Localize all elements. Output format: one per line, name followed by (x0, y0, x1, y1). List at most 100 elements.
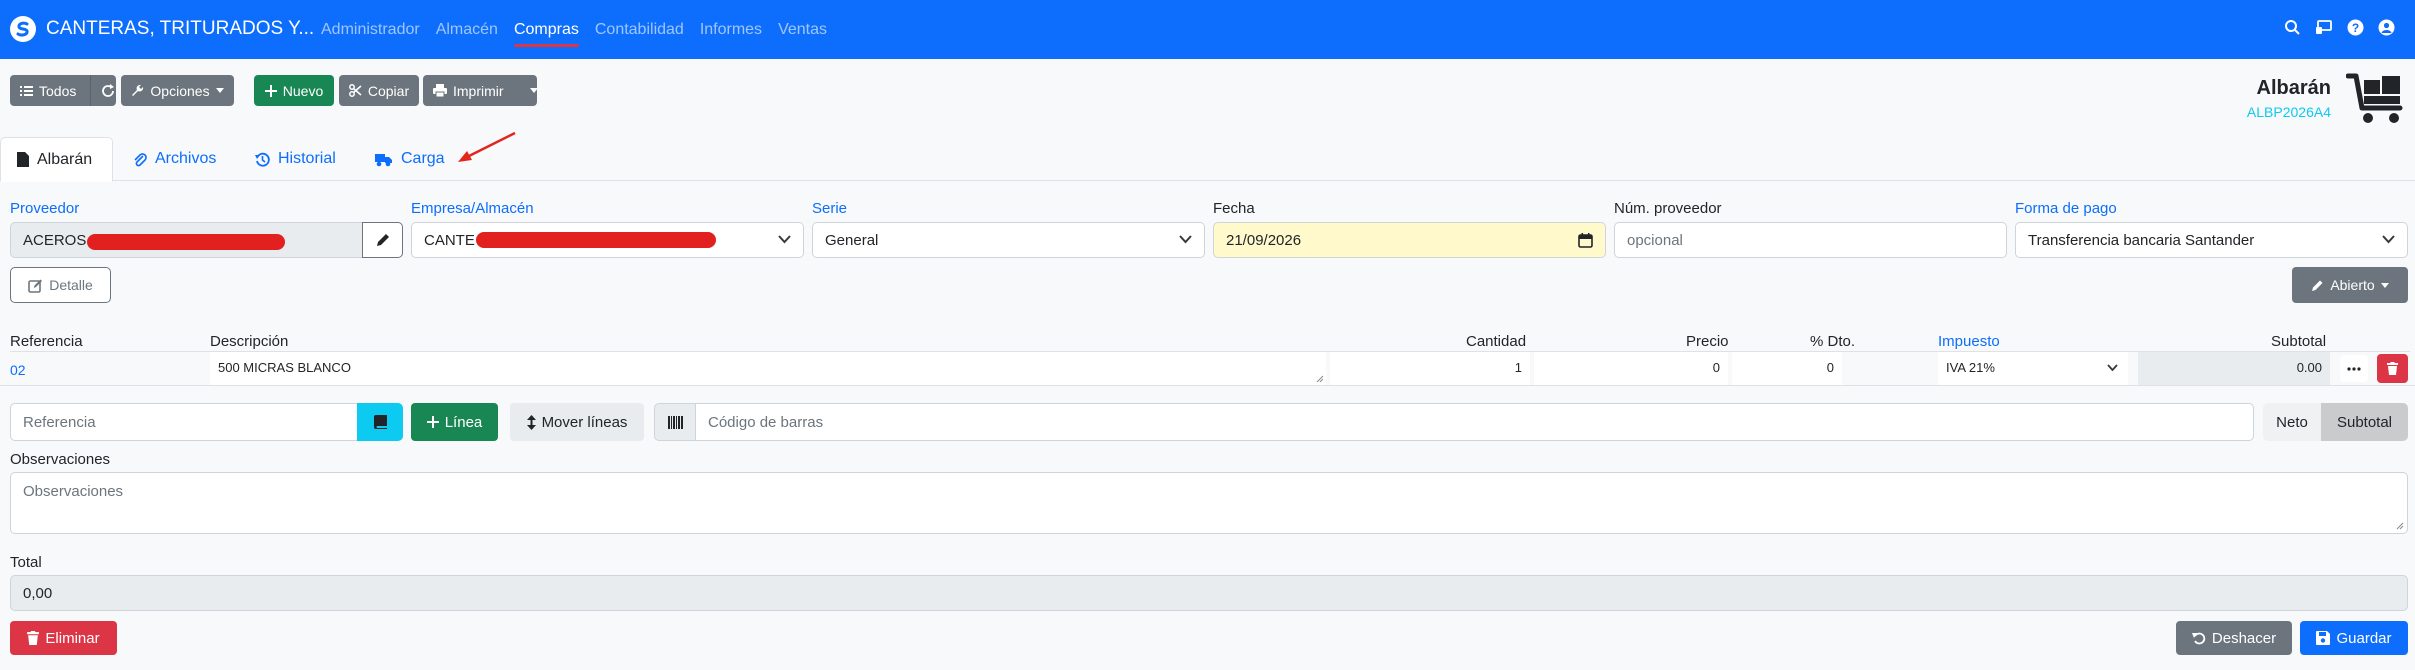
all-list-button[interactable]: Todos (10, 75, 116, 106)
detail-label: Detalle (49, 277, 93, 293)
undo-icon (2191, 631, 2206, 645)
row-more-button[interactable] (2340, 355, 2368, 382)
pencil-icon (2311, 279, 2324, 292)
tab-albaran[interactable]: Albarán (0, 137, 113, 182)
undo-label: Deshacer (2211, 629, 2277, 647)
options-dropdown[interactable]: Opciones (121, 75, 234, 106)
company-label: Empresa/Almacén (411, 200, 534, 217)
company-value: CANTE (424, 231, 475, 249)
row-reference-link[interactable]: 02 (10, 362, 26, 378)
row-quantity: 1 (1514, 360, 1522, 375)
main-menu: Administrador Almacén Compras Contabilid… (321, 21, 827, 47)
payment-method-value: Transferencia bancaria Santander (2028, 231, 2255, 249)
row-discount-input[interactable]: 0 (1732, 352, 1842, 385)
supplier-field[interactable]: ACEROS (10, 222, 363, 258)
user-icon[interactable] (2378, 19, 2395, 36)
tab-albaran-label: Albarán (37, 150, 93, 168)
tab-historial[interactable]: Historial (255, 137, 355, 181)
supplier-value: ACEROS (23, 231, 87, 249)
company-select[interactable]: CANTE (411, 222, 804, 258)
header-description: Descripción (210, 333, 289, 350)
truck-icon (375, 152, 393, 167)
header-tax: Impuesto (1938, 333, 2000, 350)
header-reference: Referencia (10, 333, 83, 350)
supplier-number-label: Núm. proveedor (1614, 200, 1722, 217)
calendar-icon[interactable] (1578, 233, 1593, 248)
save-icon (2316, 631, 2331, 645)
reference-input[interactable]: Referencia (10, 403, 358, 441)
print-button[interactable]: Imprimir (423, 75, 538, 106)
redaction-mark (476, 232, 716, 248)
brand-logo-icon[interactable] (10, 16, 36, 42)
menu-item-contabilidad[interactable]: Contabilidad (595, 21, 684, 39)
subtotal-toggle[interactable]: Subtotal (2321, 403, 2408, 441)
supplier-number-input[interactable]: opcional (1614, 222, 2007, 258)
chevron-down-icon (2107, 364, 2118, 371)
new-button[interactable]: Nuevo (254, 75, 334, 106)
history-icon (255, 152, 270, 167)
neto-label: Neto (2276, 413, 2308, 431)
move-lines-button[interactable]: Mover líneas (510, 403, 644, 441)
resize-handle-icon[interactable] (2396, 522, 2404, 530)
undo-button[interactable]: Deshacer (2176, 621, 2292, 655)
printer-icon (433, 84, 447, 97)
barcode-input[interactable]: Código de barras (695, 403, 2254, 441)
trash-icon (2387, 362, 2398, 375)
tab-archivos[interactable]: Archivos (133, 137, 233, 181)
menu-item-ventas[interactable]: Ventas (778, 21, 827, 39)
date-value: 21/09/2026 (1226, 231, 1302, 249)
monitor-icon[interactable] (2315, 19, 2333, 36)
menu-item-administrador[interactable]: Administrador (321, 21, 420, 39)
edit-supplier-button[interactable] (362, 222, 403, 258)
product-catalog-button[interactable] (357, 403, 403, 441)
payment-method-select[interactable]: Transferencia bancaria Santander (2015, 222, 2408, 258)
barcode-placeholder: Código de barras (708, 413, 824, 431)
caret-down-icon (215, 88, 224, 93)
plus-icon (264, 84, 277, 97)
save-button[interactable]: Guardar (2300, 621, 2408, 655)
menu-item-almacen[interactable]: Almacén (436, 21, 498, 39)
total-field: 0,00 (10, 575, 2408, 611)
row-delete-button[interactable] (2377, 354, 2408, 383)
total-label: Total (10, 554, 42, 571)
brand-name[interactable]: CANTERAS, TRITURADOS Y... (46, 18, 314, 40)
refresh-icon[interactable] (101, 83, 115, 98)
row-price-input[interactable]: 0 (1534, 352, 1728, 385)
date-input[interactable]: 21/09/2026 (1213, 222, 1606, 258)
resize-handle-icon[interactable] (1316, 375, 1324, 383)
delete-button[interactable]: Eliminar (10, 621, 117, 655)
observations-textarea[interactable]: Observaciones (10, 472, 2408, 534)
total-value: 0,00 (23, 584, 53, 602)
tab-carga-label: Carga (401, 150, 445, 167)
add-line-button[interactable]: Línea (411, 403, 498, 441)
book-icon (373, 415, 387, 429)
row-tax-select[interactable]: IVA 21% (1938, 352, 2128, 385)
search-icon[interactable] (2284, 19, 2301, 36)
chevron-down-icon (2382, 235, 2395, 244)
neto-toggle[interactable]: Neto (2263, 403, 2321, 441)
navbar-icons: ? (2284, 19, 2395, 36)
row-description-textarea[interactable]: 500 MICRAS BLANCO (210, 352, 1326, 385)
caret-down-icon (2380, 282, 2389, 288)
options-label: Opciones (150, 82, 210, 99)
more-horizontal-icon (2347, 366, 2361, 371)
observations-label: Observaciones (10, 451, 111, 468)
copy-button[interactable]: Copiar (339, 75, 419, 106)
plus-icon (426, 416, 439, 428)
series-select[interactable]: General (812, 222, 1205, 258)
row-quantity-input[interactable]: 1 (1330, 352, 1530, 385)
trash-icon (27, 631, 40, 645)
detail-button[interactable]: Detalle (10, 267, 111, 303)
table-row: 02 500 MICRAS BLANCO 1 0 0 IVA 21% 0.00 (0, 352, 2415, 386)
menu-item-informes[interactable]: Informes (700, 21, 762, 39)
help-icon[interactable]: ? (2347, 19, 2364, 36)
row-price: 0 (1712, 360, 1720, 375)
row-subtotal: 0.00 (2138, 352, 2330, 385)
print-caret-icon[interactable] (529, 88, 538, 93)
status-dropdown[interactable]: Abierto (2292, 267, 2408, 303)
observations-placeholder: Observaciones (23, 483, 124, 500)
series-label: Serie (812, 200, 848, 217)
copy-label: Copiar (367, 82, 410, 99)
menu-item-compras[interactable]: Compras (513, 21, 579, 47)
delete-label: Eliminar (45, 629, 100, 647)
